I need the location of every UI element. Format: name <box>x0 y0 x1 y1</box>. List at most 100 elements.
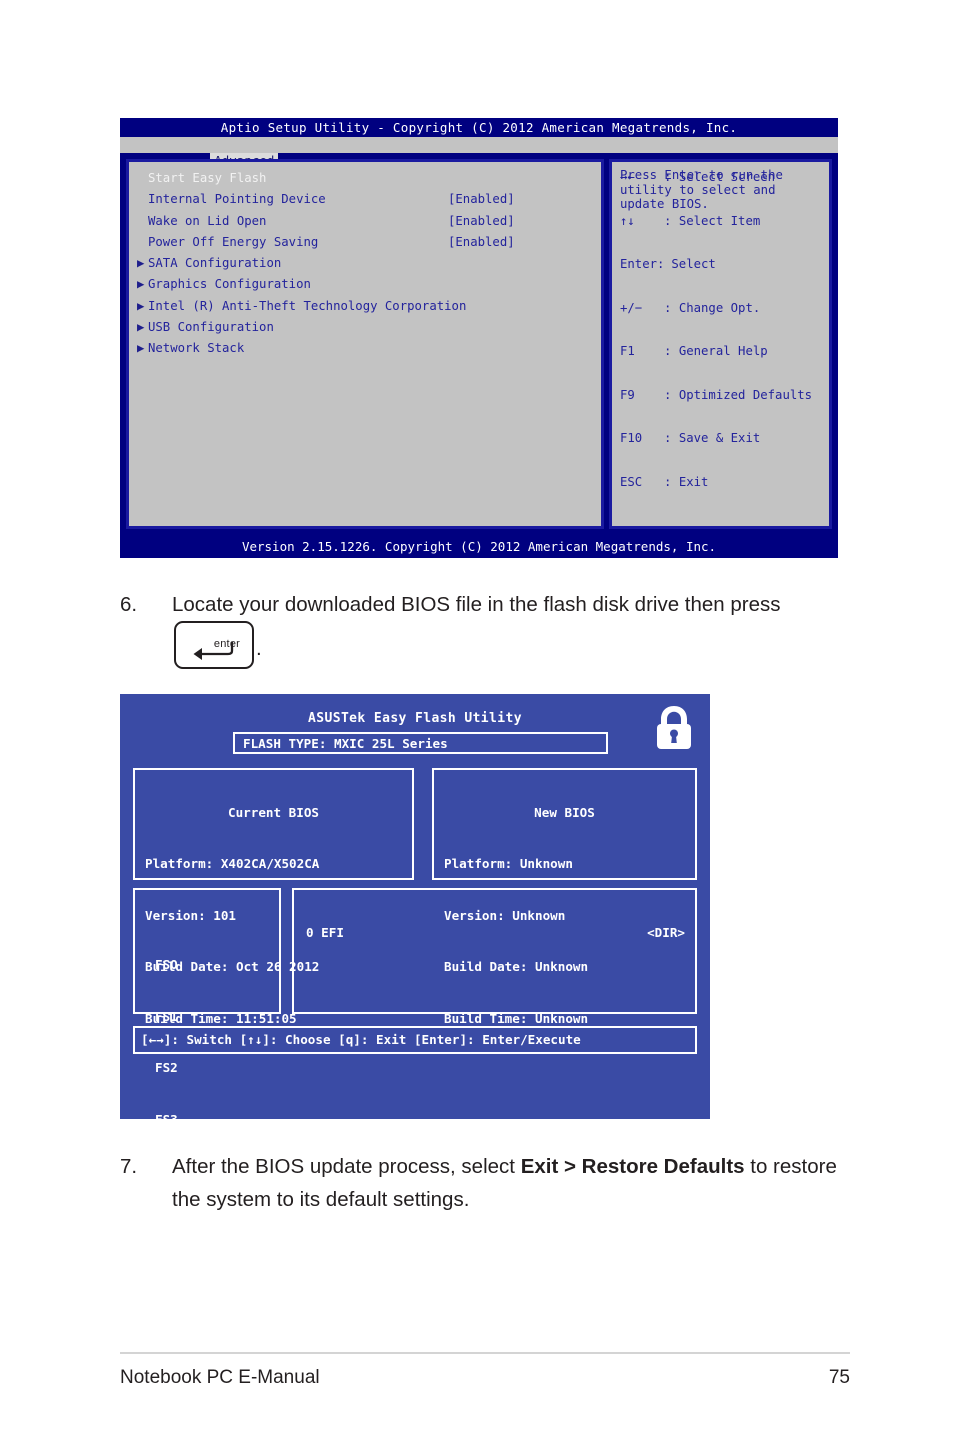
bios-option-label-2: Wake on Lid Open <box>148 213 267 228</box>
bios-key-sep: : <box>664 170 672 184</box>
list-item[interactable]: FS2 <box>135 1057 279 1079</box>
bios-key-name: +/− <box>620 300 643 315</box>
step-7-number: 7. <box>120 1155 138 1178</box>
file-browser-list[interactable]: 0 EFI <DIR> <box>292 888 697 1014</box>
bios-key-row: +/−: Change Opt. <box>620 301 812 316</box>
list-item[interactable]: FS3 <box>135 1109 279 1131</box>
step-7-text-before: After the BIOS update process, select <box>172 1155 521 1178</box>
bios-option-label-3: Power Off Energy Saving <box>148 234 319 249</box>
bios-option-internal-pointing-device[interactable]: Internal Pointing Device [Enabled] <box>129 189 601 210</box>
bios-key-sep: : <box>664 474 672 489</box>
bios-option-power-off-energy-saving[interactable]: Power Off Energy Saving [Enabled] <box>129 232 601 253</box>
step-7-bold-path: Exit > Restore Defaults <box>520 1155 745 1178</box>
bios-option-label-6: Intel (R) Anti-Theft Technology Corporat… <box>148 298 467 313</box>
list-item[interactable]: FSO <box>135 954 279 976</box>
step-7: 7. After the BIOS update process, select… <box>120 1150 860 1216</box>
bios-key-action: Select <box>671 257 716 271</box>
easy-flash-title: ASUSTek Easy Flash Utility <box>308 711 522 726</box>
flash-type-field: FLASH TYPE: MXIC 25L Series <box>233 732 608 754</box>
bios-version-footer: Version 2.15.1226. Copyright (C) 2012 Am… <box>120 535 838 558</box>
page-number: 75 <box>828 1367 850 1388</box>
bios-key-row: F1: General Help <box>620 344 812 359</box>
bios-option-label-1: Internal Pointing Device <box>148 192 326 207</box>
bios-key-action: Change Opt. <box>678 300 761 315</box>
bios-key-sep: : <box>664 213 672 228</box>
bios-key-name: ↑↓ <box>620 213 635 228</box>
submenu-arrow-icon: ▶ <box>137 298 145 313</box>
bios-key-name: F1 <box>620 344 635 358</box>
filesystem-list[interactable]: FSO FS1 FS2 FS3 FS4 <box>133 888 281 1178</box>
bios-option-network-stack[interactable]: ▶ Network Stack <box>129 338 601 359</box>
bios-key-sep: : <box>664 300 672 315</box>
bios-key-action: Select Screen <box>678 170 776 184</box>
new-bios-platform: Platform: Unknown <box>444 856 573 871</box>
step-6-text-before: Locate your downloaded BIOS file in the … <box>172 593 781 616</box>
file-type: <DIR> <box>647 925 685 940</box>
bios-option-sata-configuration[interactable]: ▶ SATA Configuration <box>129 253 601 274</box>
bios-key-action: Save & Exit <box>678 431 761 445</box>
footer-divider <box>120 1352 850 1354</box>
bios-key-sep: : <box>664 344 672 358</box>
bios-option-label-5: Graphics Configuration <box>148 277 311 292</box>
current-bios-heading: Current BIOS <box>228 805 319 820</box>
bios-option-intel-anti-theft[interactable]: ▶ Intel (R) Anti-Theft Technology Corpora… <box>129 296 601 317</box>
bios-help-pane: Press Enter to run the utility to select… <box>609 159 832 529</box>
bios-option-arrow-2 <box>137 211 148 232</box>
bios-key-row: →←: Select Screen <box>620 170 812 185</box>
bios-option-label-8: Network Stack <box>148 341 245 356</box>
bios-key-name: Enter: <box>620 257 665 271</box>
bios-key-name: ESC <box>620 474 643 489</box>
bios-key-sep: : <box>664 387 672 402</box>
current-bios-panel: Current BIOS Platform: X402CA/X502CA Ver… <box>133 768 414 1026</box>
bios-option-arrow-3 <box>137 232 148 253</box>
bios-key-row: ESC: Exit <box>620 475 812 490</box>
bios-key-row: F9: Optimized Defaults <box>620 388 812 403</box>
bios-option-label-7: USB Configuration <box>148 320 274 335</box>
bios-key-name: →← <box>620 170 635 184</box>
bios-body: Start Easy Flash Internal Pointing Devic… <box>126 159 832 529</box>
bios-key-row: F10: Save & Exit <box>620 431 812 446</box>
step-6-number: 6. <box>120 593 138 616</box>
bios-option-value-2[interactable]: [Enabled] <box>448 211 515 232</box>
bios-key-action: Optimized Defaults <box>678 387 813 402</box>
submenu-arrow-icon: ▶ <box>137 320 145 335</box>
easy-flash-screenshot: ASUSTek Easy Flash Utility FLASH TYPE: M… <box>120 694 710 1178</box>
easy-flash-status-bar: [←→]: Switch [↑↓]: Choose [q]: Exit [Ent… <box>133 1026 697 1054</box>
bios-key-action: Select Item <box>678 213 761 228</box>
new-bios-panel: New BIOS Platform: Unknown Version: Unkn… <box>432 768 697 1026</box>
enter-arrow-icon <box>193 642 234 660</box>
current-bios-platform: Platform: X402CA/X502CA <box>145 856 320 871</box>
footer-manual-title: Notebook PC E-Manual <box>120 1367 320 1388</box>
enter-key-icon: enter <box>174 621 254 669</box>
bios-option-graphics-configuration[interactable]: ▶ Graphics Configuration <box>129 274 601 295</box>
bios-option-value-1[interactable]: [Enabled] <box>448 189 515 210</box>
bios-title-bar: Aptio Setup Utility - Copyright (C) 2012… <box>220 120 738 135</box>
step-6: 6. Locate your downloaded BIOS file in t… <box>120 588 840 669</box>
bios-option-arrow-0 <box>137 168 148 189</box>
submenu-arrow-icon: ▶ <box>137 277 145 292</box>
list-item[interactable]: 0 EFI <DIR> <box>294 920 695 943</box>
bios-key-row: ↑↓: Select Item <box>620 214 812 229</box>
bios-key-action: Exit <box>678 474 709 489</box>
bios-options-pane: Start Easy Flash Internal Pointing Devic… <box>126 159 604 529</box>
bios-option-start-easy-flash[interactable]: Start Easy Flash <box>129 168 601 189</box>
bios-key-sep: : <box>664 431 672 445</box>
file-name: 0 EFI <box>306 925 344 940</box>
bios-option-label-4: SATA Configuration <box>148 256 282 271</box>
submenu-arrow-icon: ▶ <box>137 341 145 356</box>
step-6-text-after: . <box>256 637 262 660</box>
submenu-arrow-icon: ▶ <box>137 256 145 271</box>
bios-key-name: F9 <box>620 387 635 402</box>
new-bios-heading: New BIOS <box>534 805 595 820</box>
bios-option-label-0: Start Easy Flash <box>148 171 267 185</box>
bios-option-usb-configuration[interactable]: ▶ USB Configuration <box>129 317 601 338</box>
bios-setup-screenshot: Aptio Setup Utility - Copyright (C) 2012… <box>120 118 838 558</box>
bios-option-arrow-1 <box>137 189 148 210</box>
lock-icon <box>657 706 691 749</box>
list-item[interactable]: FS1 <box>135 1006 279 1028</box>
bios-option-value-3[interactable]: [Enabled] <box>448 232 515 253</box>
bios-key-legend: →←: Select Screen ↑↓: Select Item Enter:… <box>620 141 812 518</box>
bios-key-name: F10 <box>620 431 643 445</box>
bios-key-row: Enter: Select <box>620 257 812 272</box>
bios-option-wake-on-lid-open[interactable]: Wake on Lid Open [Enabled] <box>129 211 601 232</box>
